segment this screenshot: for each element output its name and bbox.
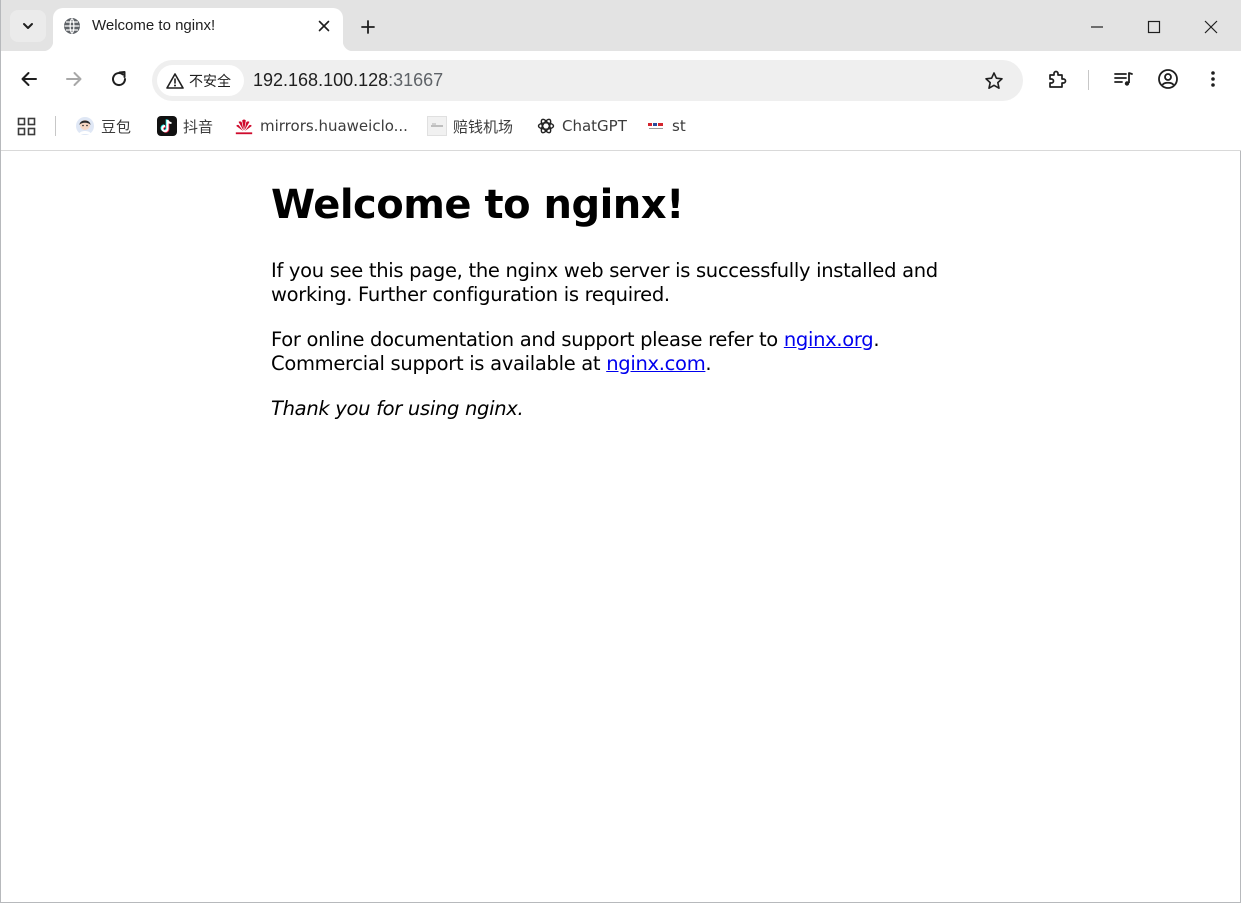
star-icon xyxy=(985,72,1003,89)
profile-button[interactable] xyxy=(1154,65,1182,93)
reload-button[interactable] xyxy=(105,65,133,93)
documentation-paragraph: For online documentation and support ple… xyxy=(271,328,971,376)
toolbar-separator xyxy=(1088,70,1089,90)
doubao-icon xyxy=(75,116,95,136)
page-content: Welcome to nginx! If you see this page, … xyxy=(271,152,971,421)
url-host: 192.168.100.128 xyxy=(253,70,389,90)
bookmark-douyin[interactable]: 抖音 xyxy=(157,115,213,137)
new-tab-button[interactable] xyxy=(357,16,379,38)
security-chip[interactable]: 不安全 xyxy=(157,65,244,96)
close-icon xyxy=(318,20,330,32)
st-icon xyxy=(646,116,666,136)
menu-button[interactable] xyxy=(1199,65,1227,93)
browser-window: Welcome to nginx! 不安全 192.168.100.128:31… xyxy=(0,0,1241,903)
apps-grid-icon[interactable] xyxy=(17,117,36,136)
puzzle-icon xyxy=(1049,70,1067,88)
bookmark-label: st xyxy=(672,117,686,135)
bookmark-doubao[interactable]: 豆包 xyxy=(75,115,131,137)
url-text[interactable]: 192.168.100.128:31667 xyxy=(253,70,443,91)
extensions-button[interactable] xyxy=(1043,65,1071,93)
bookmark-st[interactable]: st xyxy=(646,115,686,137)
douyin-icon xyxy=(157,116,177,136)
back-button[interactable] xyxy=(15,65,43,93)
tab-strip: Welcome to nginx! xyxy=(1,0,1241,51)
bookmark-star-button[interactable] xyxy=(983,70,1005,92)
reload-icon xyxy=(112,71,127,87)
tab-close-button[interactable] xyxy=(315,17,333,35)
airport-icon xyxy=(427,116,447,136)
nginx-com-link[interactable]: nginx.com xyxy=(606,352,706,375)
intro-paragraph: If you see this page, the nginx web serv… xyxy=(271,259,938,306)
minimize-button[interactable] xyxy=(1082,12,1112,42)
toolbar: 不安全 192.168.100.128:31667 xyxy=(1,51,1241,107)
bookmark-label: mirrors.huaweiclo... xyxy=(260,117,408,135)
minimize-icon xyxy=(1091,26,1103,28)
close-icon xyxy=(1204,20,1218,34)
nginx-org-link[interactable]: nginx.org xyxy=(784,328,874,351)
warning-triangle-icon xyxy=(166,72,184,89)
thanks-paragraph: Thank you for using nginx. xyxy=(271,397,971,421)
page-heading: Welcome to nginx! xyxy=(271,182,684,228)
thanks-text: Thank you for using nginx. xyxy=(271,397,524,420)
bookmark-huawei-mirrors[interactable]: mirrors.huaweiclo... xyxy=(234,115,408,137)
queue-music-icon xyxy=(1114,72,1133,86)
doc-period: . xyxy=(873,328,880,351)
close-window-button[interactable] xyxy=(1196,12,1226,42)
security-label: 不安全 xyxy=(189,73,231,90)
bookmark-label: 豆包 xyxy=(101,117,132,136)
tab-title: Welcome to nginx! xyxy=(92,17,216,34)
address-bar[interactable]: 不安全 192.168.100.128:31667 xyxy=(152,60,1023,101)
bookmark-airport[interactable]: 赔钱机场 xyxy=(427,115,513,137)
media-controls-button[interactable] xyxy=(1109,65,1137,93)
doc-text: For online documentation and support ple… xyxy=(271,328,784,351)
more-vertical-icon xyxy=(1211,71,1215,87)
arrow-right-icon xyxy=(66,72,82,86)
plus-icon xyxy=(361,20,375,34)
bookmark-chatgpt[interactable]: ChatGPT xyxy=(536,115,627,137)
bookmark-label: ChatGPT xyxy=(562,117,627,135)
url-port: :31667 xyxy=(388,70,444,90)
account-circle-icon xyxy=(1158,69,1178,89)
huawei-icon xyxy=(234,116,254,136)
bookmarks-bar: 豆包 抖音 mirrors.huaweiclo... 赔钱机场 ChatGPT xyxy=(1,107,1241,151)
chatgpt-icon xyxy=(536,116,556,136)
commercial-text: Commercial support is available at xyxy=(271,352,607,375)
bookmarks-separator xyxy=(55,116,56,136)
tab-search-button[interactable] xyxy=(10,10,46,42)
bookmark-label: 赔钱机场 xyxy=(453,117,514,136)
maximize-icon xyxy=(1147,20,1161,34)
bookmark-label: 抖音 xyxy=(183,117,214,136)
forward-button[interactable] xyxy=(60,65,88,93)
globe-icon xyxy=(64,18,80,34)
maximize-button[interactable] xyxy=(1139,12,1169,42)
chevron-down-icon xyxy=(23,23,33,29)
tab-active[interactable]: Welcome to nginx! xyxy=(43,8,353,51)
arrow-left-icon xyxy=(21,72,37,86)
commercial-period: . xyxy=(705,352,712,375)
